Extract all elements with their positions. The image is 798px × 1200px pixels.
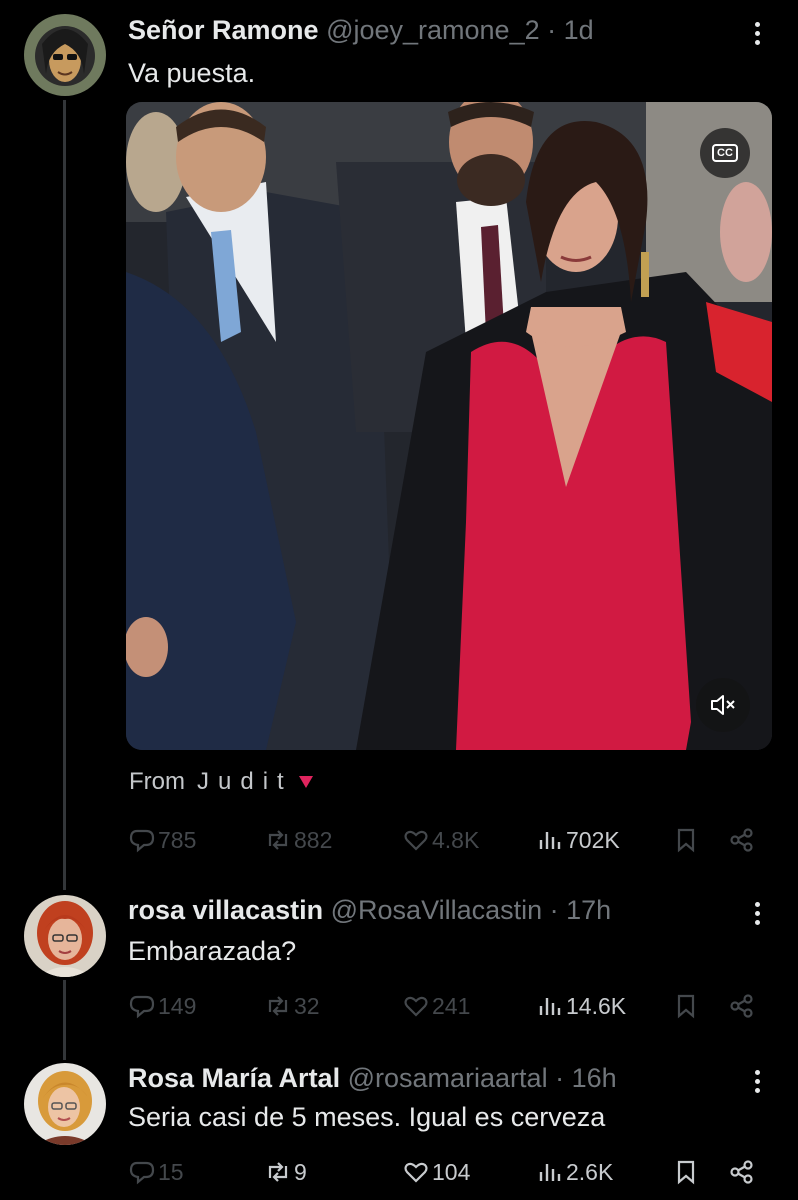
like-button[interactable]: 4.8K (402, 822, 479, 858)
tweet-header: Señor Ramone @joey_ramone_2 · 1d (128, 14, 594, 46)
repost-button[interactable]: 882 (264, 822, 332, 858)
bookmark-button[interactable] (672, 988, 702, 1024)
heart-icon (404, 1162, 428, 1183)
heart-icon (404, 996, 428, 1017)
repost-button[interactable]: 32 (264, 988, 320, 1024)
avatar[interactable] (24, 1063, 106, 1145)
user-handle[interactable]: @rosamariaartal (348, 1063, 548, 1093)
view-count: 14.6K (566, 992, 627, 1019)
repost-count: 32 (294, 992, 320, 1019)
reply-button[interactable]: 785 (128, 822, 196, 858)
action-bar: 785 882 4.8K 702K (128, 822, 768, 858)
closed-captions-icon[interactable]: CC (700, 128, 750, 178)
view-count: 2.6K (566, 1158, 614, 1185)
views-button[interactable]: 2.6K (536, 1154, 613, 1190)
timestamp[interactable]: · 16h (555, 1063, 617, 1093)
bar-chart-icon (539, 832, 561, 849)
repost-count: 882 (294, 826, 333, 853)
tweet-text: Embarazada? (128, 936, 297, 966)
like-count: 241 (432, 992, 471, 1019)
share-icon (730, 828, 753, 852)
reply-button[interactable]: 15 (128, 1154, 184, 1190)
reply-button[interactable]: 149 (128, 988, 196, 1024)
bookmark-icon (677, 994, 695, 1019)
tweet-text: Va puesta. (128, 58, 256, 88)
heart-icon (404, 830, 428, 851)
tweet-2[interactable]: rosa villacastin @RosaVillacastin · 17h … (0, 880, 798, 1060)
bookmark-button[interactable] (672, 822, 702, 858)
tweet-header: rosa villacastin @RosaVillacastin · 17h (128, 894, 611, 926)
like-button[interactable]: 104 (402, 1154, 470, 1190)
share-button[interactable] (728, 822, 758, 858)
like-count: 104 (432, 1158, 471, 1185)
share-icon (730, 1160, 753, 1184)
repost-arrows-icon (268, 830, 288, 850)
repost-arrows-icon (268, 1162, 288, 1182)
avatar[interactable] (24, 895, 106, 977)
views-button[interactable]: 702K (536, 822, 620, 858)
tweet-header: Rosa María Artal @rosamariaartal · 16h (128, 1062, 617, 1094)
action-bar: 149 32 241 14.6K (128, 988, 768, 1024)
repost-button[interactable]: 9 (264, 1154, 307, 1190)
tweet-text: Seria casi de 5 meses. Igual es cerveza (128, 1102, 606, 1132)
reply-count: 15 (158, 1158, 184, 1185)
speech-bubble-icon (129, 995, 155, 1019)
display-name[interactable]: Señor Ramone (128, 15, 319, 45)
reply-count: 785 (158, 826, 197, 853)
avatar[interactable] (24, 14, 106, 96)
repost-count: 9 (294, 1158, 307, 1185)
tweet-3[interactable]: Rosa María Artal @rosamariaartal · 16h S… (0, 1050, 798, 1200)
attribution-label: From (129, 768, 185, 795)
red-triangle-icon (298, 776, 313, 788)
like-count: 4.8K (432, 826, 480, 853)
user-handle[interactable]: @RosaVillacastin (331, 895, 543, 925)
bar-chart-icon (539, 998, 561, 1015)
bookmark-icon (677, 1160, 695, 1185)
repost-arrows-icon (268, 996, 288, 1016)
more-options-icon[interactable] (744, 896, 770, 930)
share-button[interactable] (728, 988, 758, 1024)
user-handle[interactable]: @joey_ramone_2 (326, 15, 540, 45)
share-button[interactable] (728, 1154, 758, 1190)
timestamp[interactable]: · 17h (550, 895, 612, 925)
more-options-icon[interactable] (744, 1064, 770, 1098)
tweet-1[interactable]: Señor Ramone @joey_ramone_2 · 1d Va pues… (0, 0, 798, 890)
bar-chart-icon (539, 1164, 561, 1181)
timestamp[interactable]: · 1d (547, 15, 594, 45)
thread-line (63, 100, 66, 890)
views-button[interactable]: 14.6K (536, 988, 626, 1024)
share-icon (730, 994, 753, 1018)
speech-bubble-icon (129, 1161, 155, 1185)
view-count: 702K (566, 826, 620, 853)
video-frame (126, 102, 772, 750)
thread-line (63, 980, 66, 1060)
like-button[interactable]: 241 (402, 988, 470, 1024)
reply-count: 149 (158, 992, 197, 1019)
display-name[interactable]: rosa villacastin (128, 895, 323, 925)
video-player[interactable]: CC (126, 102, 772, 750)
display-name[interactable]: Rosa María Artal (128, 1063, 340, 1093)
bookmark-button[interactable] (672, 1154, 702, 1190)
speaker-muted-icon[interactable] (696, 678, 750, 732)
bookmark-icon (677, 828, 695, 853)
cc-label: CC (712, 144, 738, 162)
more-options-icon[interactable] (744, 16, 770, 50)
speech-bubble-icon (129, 829, 155, 853)
action-bar: 15 9 104 2.6K (128, 1154, 768, 1190)
mute-glyph (711, 695, 735, 715)
media-attribution[interactable]: From Judit (129, 768, 313, 796)
attribution-source[interactable]: Judit (197, 768, 293, 796)
